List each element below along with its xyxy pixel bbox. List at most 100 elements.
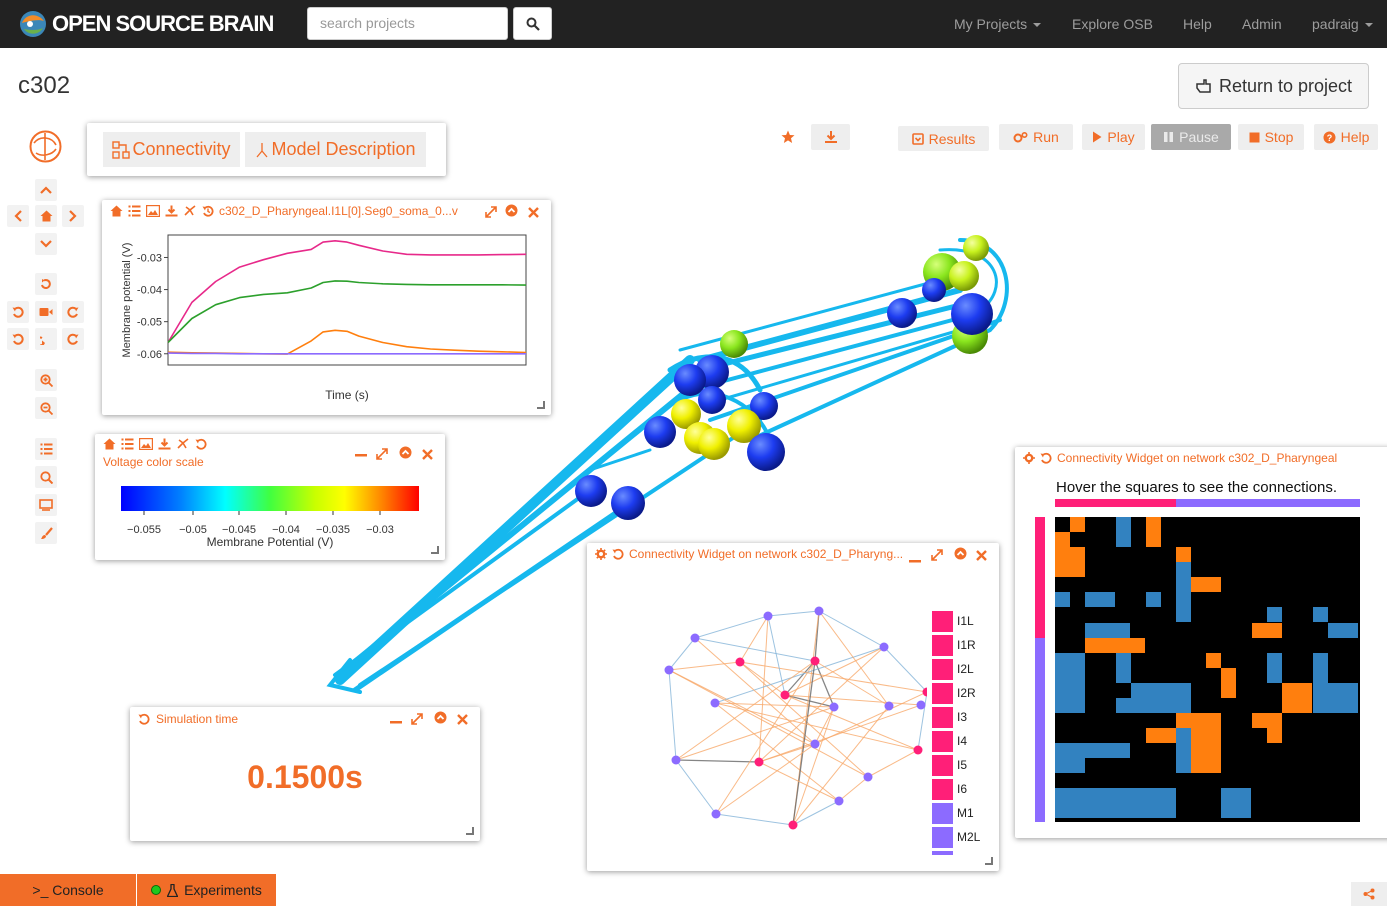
graph-node[interactable] bbox=[814, 606, 824, 616]
collapse-icon[interactable] bbox=[434, 711, 447, 729]
matrix-cell[interactable] bbox=[1267, 653, 1282, 683]
matrix-cell[interactable] bbox=[1221, 668, 1236, 698]
matrix-cell[interactable] bbox=[1131, 683, 1191, 713]
maximize-icon[interactable] bbox=[931, 548, 943, 566]
matrix-cell[interactable] bbox=[1085, 592, 1115, 607]
resize-handle[interactable] bbox=[537, 401, 545, 409]
matrix-cell[interactable] bbox=[1267, 728, 1282, 743]
matrix-cell[interactable] bbox=[1313, 683, 1358, 713]
matrix-cell[interactable] bbox=[1055, 788, 1176, 818]
matrix-cell[interactable] bbox=[1252, 713, 1282, 728]
pause-button[interactable]: Pause bbox=[1151, 124, 1231, 150]
zoom-in-control[interactable] bbox=[35, 369, 57, 391]
matrix-cell[interactable] bbox=[1116, 517, 1131, 547]
run-button[interactable]: Run bbox=[999, 124, 1073, 150]
matrix-cell[interactable] bbox=[1221, 788, 1251, 818]
graph-node[interactable] bbox=[913, 745, 923, 755]
matrix-cell[interactable] bbox=[1116, 653, 1131, 683]
resize-handle[interactable] bbox=[431, 546, 439, 554]
matrix-cell[interactable] bbox=[1191, 713, 1221, 773]
matrix-cell[interactable] bbox=[1070, 517, 1085, 532]
matrix-cell[interactable] bbox=[1146, 592, 1161, 607]
graph-node[interactable] bbox=[834, 796, 844, 806]
stop-button[interactable]: Stop bbox=[1238, 124, 1304, 150]
maximize-icon[interactable] bbox=[411, 712, 423, 730]
matrix-cell[interactable] bbox=[1176, 562, 1191, 622]
matrix-cell[interactable] bbox=[1085, 743, 1130, 758]
rotate-down-left-control[interactable] bbox=[7, 328, 29, 350]
graph-node[interactable] bbox=[863, 772, 873, 782]
rotate-down-right-control[interactable] bbox=[62, 328, 84, 350]
download-button[interactable] bbox=[811, 124, 850, 150]
results-button[interactable]: Results bbox=[898, 126, 989, 151]
graph-node[interactable] bbox=[788, 820, 798, 830]
graph-node[interactable] bbox=[711, 809, 721, 819]
matrix-cell[interactable] bbox=[1146, 517, 1161, 547]
graph-node[interactable] bbox=[879, 642, 889, 652]
help-button[interactable]: ? Help bbox=[1314, 124, 1378, 150]
graph-node[interactable] bbox=[710, 698, 720, 708]
graph-node[interactable] bbox=[916, 700, 926, 710]
matrix-cell[interactable] bbox=[1116, 698, 1131, 713]
matrix-cell[interactable] bbox=[1191, 577, 1221, 592]
force-directed-graph[interactable] bbox=[587, 543, 927, 871]
spotlight-search-button[interactable] bbox=[35, 466, 57, 488]
rotate-left-control[interactable] bbox=[7, 301, 29, 323]
play-button[interactable]: Play bbox=[1082, 124, 1145, 150]
experiments-tab[interactable]: Experiments bbox=[137, 874, 276, 906]
console-tab[interactable]: >_ Console bbox=[0, 874, 136, 906]
color-brush-button[interactable] bbox=[35, 522, 57, 544]
matrix-cell[interactable] bbox=[1313, 653, 1328, 683]
rotate-home-control[interactable] bbox=[35, 301, 57, 323]
matrix-cell[interactable] bbox=[1176, 728, 1191, 773]
model-description-tab[interactable]: Model Description bbox=[245, 132, 426, 167]
rotate-down-control[interactable] bbox=[35, 328, 57, 350]
matrix-cell[interactable] bbox=[1085, 638, 1145, 653]
close-icon[interactable] bbox=[457, 712, 468, 730]
matrix-cell[interactable] bbox=[1146, 728, 1176, 743]
matrix-cell[interactable] bbox=[1267, 607, 1282, 622]
pan-up-control[interactable] bbox=[35, 179, 57, 201]
graph-node[interactable] bbox=[810, 739, 820, 749]
favorite-star-icon[interactable] bbox=[781, 130, 795, 149]
graph-node[interactable] bbox=[922, 687, 928, 697]
control-panel-button[interactable] bbox=[35, 438, 57, 460]
matrix-cell[interactable] bbox=[1252, 623, 1282, 638]
matrix-cell[interactable] bbox=[1055, 592, 1070, 607]
collapse-icon[interactable] bbox=[954, 547, 967, 565]
graph-node[interactable] bbox=[690, 633, 700, 643]
minimize-icon[interactable] bbox=[390, 712, 402, 730]
connectivity-tab[interactable]: Connectivity bbox=[103, 132, 240, 167]
matrix-cell[interactable] bbox=[1055, 743, 1085, 773]
graph-node[interactable] bbox=[754, 757, 764, 767]
resize-handle[interactable] bbox=[466, 827, 474, 835]
matrix-cell[interactable] bbox=[1176, 547, 1191, 562]
matrix-cell[interactable] bbox=[1055, 653, 1085, 713]
matrix-cell[interactable] bbox=[1055, 532, 1070, 547]
history-icon[interactable] bbox=[138, 712, 150, 730]
graph-node[interactable] bbox=[664, 665, 674, 675]
pan-left-control[interactable] bbox=[7, 205, 29, 227]
close-icon[interactable] bbox=[976, 548, 987, 566]
connectivity-matrix[interactable] bbox=[1015, 447, 1387, 838]
tutorial-button[interactable] bbox=[35, 494, 57, 516]
pan-down-control[interactable] bbox=[35, 233, 57, 255]
pan-right-control[interactable] bbox=[62, 205, 84, 227]
graph-node[interactable] bbox=[763, 611, 773, 621]
graph-node[interactable] bbox=[829, 702, 839, 712]
matrix-cell[interactable] bbox=[1282, 683, 1312, 713]
matrix-cell[interactable] bbox=[1313, 607, 1328, 622]
graph-node[interactable] bbox=[735, 657, 745, 667]
matrix-cell[interactable] bbox=[1328, 623, 1358, 638]
zoom-out-control[interactable] bbox=[35, 397, 57, 419]
rotate-up-control[interactable] bbox=[35, 273, 57, 295]
graph-node[interactable] bbox=[884, 701, 894, 711]
matrix-cell[interactable] bbox=[1206, 653, 1221, 668]
share-button[interactable] bbox=[1351, 882, 1387, 906]
rotate-right-control[interactable] bbox=[62, 301, 84, 323]
matrix-cell[interactable] bbox=[1055, 547, 1085, 577]
resize-handle[interactable] bbox=[985, 857, 993, 865]
graph-node[interactable] bbox=[810, 656, 820, 666]
graph-node[interactable] bbox=[780, 690, 790, 700]
pan-home-control[interactable] bbox=[35, 205, 57, 227]
